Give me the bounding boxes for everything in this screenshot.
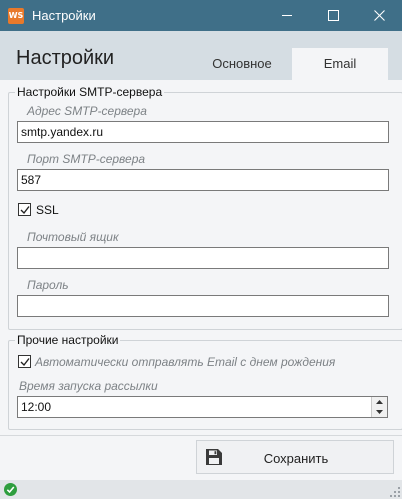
auto-send-checkbox[interactable] — [18, 355, 31, 368]
ssl-label[interactable]: SSL — [36, 203, 59, 217]
password-input[interactable] — [17, 295, 389, 317]
smtp-server-label: Адрес SMTP-сервера — [27, 104, 147, 118]
send-time-value: 12:00 — [21, 400, 52, 414]
mailbox-input[interactable] — [17, 247, 389, 269]
time-spinner[interactable] — [371, 397, 387, 417]
smtp-group-legend: Настройки SMTP-сервера — [15, 85, 165, 99]
title-bar[interactable]: WS Настройки — [0, 0, 402, 31]
password-label: Пароль — [27, 278, 69, 292]
maximize-icon — [327, 10, 339, 21]
email-settings-panel: Настройки SMTP-сервера Адрес SMTP-сервер… — [0, 80, 402, 480]
mailbox-label: Почтовый ящик — [27, 230, 119, 244]
smtp-port-input[interactable]: 587 — [17, 169, 389, 191]
minimize-button[interactable] — [264, 0, 310, 31]
close-button[interactable] — [356, 0, 402, 31]
window-title: Настройки — [32, 8, 96, 23]
checkmark-icon — [20, 206, 30, 215]
smtp-settings-group: Настройки SMTP-сервера Адрес SMTP-сервер… — [8, 85, 402, 330]
ssl-checkbox[interactable] — [18, 203, 31, 216]
checkmark-icon — [20, 358, 30, 367]
send-time-label: Время запуска рассылки — [19, 379, 158, 393]
triangle-down-icon — [376, 410, 383, 414]
save-button[interactable]: Сохранить — [196, 440, 394, 474]
spin-down-button[interactable] — [372, 407, 387, 417]
app-logo-icon: WS — [8, 8, 24, 24]
tab-basic[interactable]: Основное — [196, 48, 288, 80]
smtp-server-input[interactable]: smtp.yandex.ru — [17, 121, 389, 143]
send-time-spinbox[interactable]: 12:00 — [17, 396, 388, 418]
check-circle-icon — [4, 483, 17, 496]
page-header: Настройки Основное Email — [0, 31, 402, 80]
minimize-icon — [282, 15, 292, 16]
status-bar — [0, 480, 402, 499]
save-button-label: Сохранить — [263, 451, 329, 466]
tab-email[interactable]: Email — [292, 48, 388, 80]
page-title: Настройки — [16, 47, 115, 69]
other-group-legend: Прочие настройки — [15, 333, 121, 347]
auto-send-label[interactable]: Автоматически отправлять Email с днем ро… — [35, 355, 335, 369]
smtp-port-label: Порт SMTP-сервера — [27, 152, 146, 166]
footer-divider — [0, 435, 402, 436]
triangle-up-icon — [376, 400, 383, 404]
settings-window: WS Настройки Настройки Основное Email На… — [0, 0, 402, 499]
resize-grip-icon[interactable] — [390, 487, 400, 497]
maximize-button[interactable] — [310, 0, 356, 31]
other-settings-group: Прочие настройки Автоматически отправлят… — [8, 333, 402, 430]
close-icon — [373, 10, 385, 21]
